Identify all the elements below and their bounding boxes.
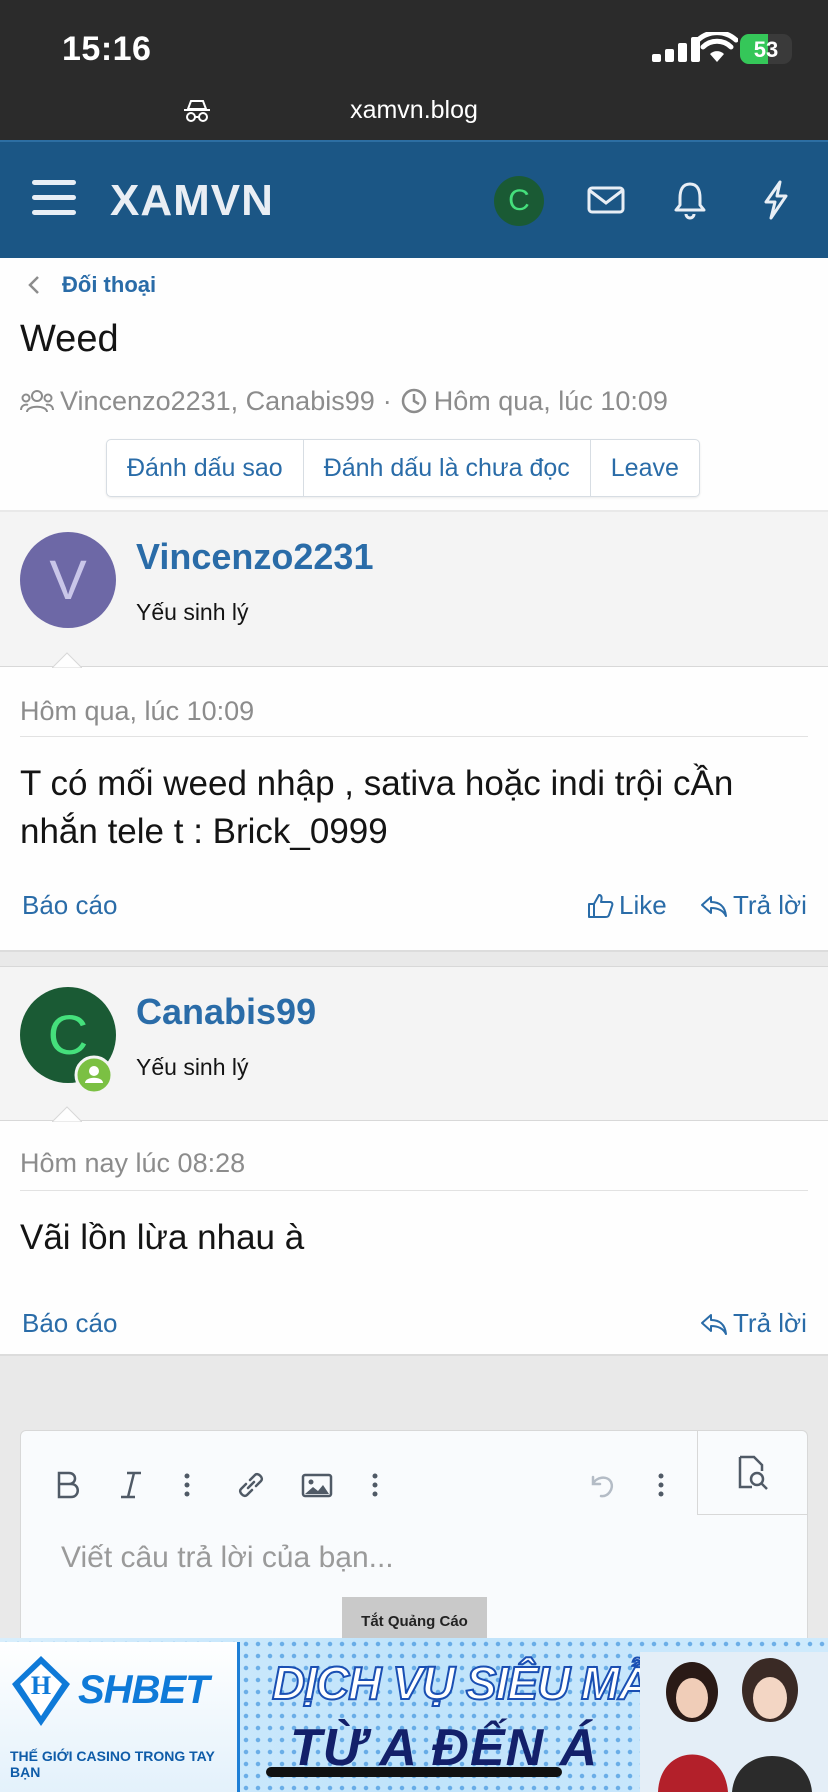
reply-button[interactable]: Trả lời [700,890,807,921]
chevron-left-icon [28,276,39,294]
ad-logo-panel: H SHBET THẾ GIỚI CASINO TRONG TAY BẠN [0,1642,240,1792]
lightning-icon[interactable] [754,178,798,222]
message-text: T có mối weed nhập , sativa hoặc indi tr… [20,764,734,851]
online-status-icon [74,1055,114,1095]
divider [0,950,828,966]
status-time: 15:16 [62,30,152,68]
preview-icon [738,1455,768,1490]
divider [20,1190,808,1191]
mark-unread-button[interactable]: Đánh dấu là chưa đọc [304,440,591,496]
page-title: Weed [20,318,119,360]
reply-label: Trả lời [733,1308,807,1338]
thumbs-up-icon [588,893,614,918]
user-avatar[interactable]: V [20,532,116,628]
message-header: C Canabis99 Yếu sinh lý [0,966,828,1121]
bold-icon[interactable] [49,1467,85,1503]
home-indicator [266,1767,562,1777]
username[interactable]: Canabis99 [136,991,316,1033]
url-text: xamvn.blog [350,96,478,124]
message-header: V Vincenzo2231 Yếu sinh lý [0,512,828,667]
clock-icon [401,388,426,414]
menu-icon[interactable] [32,180,76,216]
bell-icon[interactable] [668,178,712,222]
pointer-arrow [52,1106,82,1122]
message-time[interactable]: Hôm qua, lúc 10:09 [20,696,254,727]
breadcrumb-label: Đối thoại [62,272,157,297]
username[interactable]: Vincenzo2231 [136,536,373,578]
ad-tagline: THẾ GIỚI CASINO TRONG TAY BẠN [10,1748,215,1780]
report-link[interactable]: Báo cáo [22,890,117,921]
svg-text:H: H [31,1671,51,1700]
user-title: Yếu sinh lý [136,599,249,625]
conversation-actions: Đánh dấu sao Đánh dấu là chưa đọc Leave [106,439,700,497]
close-ad-button[interactable]: Tắt Quảng Cáo [342,1597,487,1641]
ad-headline: DỊCH VỤ SIÊU MẪU [271,1656,685,1710]
conversation-time: Hôm qua, lúc 10:09 [433,385,668,416]
message-body: Hôm nay lúc 08:28 Vãi lồn lừa nhau à Báo… [0,1122,828,1354]
report-label: Báo cáo [22,890,118,920]
reply-icon [701,895,727,917]
preview-toggle[interactable] [697,1431,807,1515]
ad-model-photo [640,1652,828,1792]
undo-icon[interactable] [583,1467,619,1503]
users-icon [20,390,54,413]
battery-icon: 53 [740,34,792,64]
message-body: Hôm qua, lúc 10:09 T có mối weed nhập , … [0,668,828,950]
site-logo[interactable]: XAMVN [110,176,274,226]
envelope-icon[interactable] [584,178,628,222]
reply-icon [701,1313,727,1335]
report-label: Báo cáo [22,1308,118,1338]
like-button[interactable]: Like [586,890,667,921]
more-options-icon[interactable] [357,1467,393,1503]
reply-button[interactable]: Trả lời [700,1308,807,1339]
account-avatar[interactable]: C [494,176,544,226]
user-title: Yếu sinh lý [136,1054,249,1080]
divider [20,736,808,737]
address-bar[interactable]: xamvn.blog [0,90,828,130]
italic-icon[interactable] [113,1467,149,1503]
like-label: Like [619,890,667,920]
shield-logo-icon: H [12,1656,70,1726]
ad-brand: SHBET [78,1668,210,1712]
link-icon[interactable] [233,1467,269,1503]
status-bar: 15:16 53 xamvn.blog [0,0,828,140]
participants[interactable]: Vincenzo2231, Canabis99 [60,386,375,417]
more-options-icon[interactable] [643,1467,679,1503]
conversation-meta: Vincenzo2231, Canabis99 · Hôm qua, lúc 1… [20,384,668,418]
wifi-icon [696,32,738,62]
message-text: Vãi lồn lừa nhau à [20,1218,305,1257]
message-time[interactable]: Hôm nay lúc 08:28 [20,1148,245,1179]
app-header: XAMVN C [0,140,828,258]
pointer-arrow [52,652,82,668]
meta-separator: · [382,385,392,416]
breadcrumb[interactable]: Đối thoại [22,270,156,300]
image-icon[interactable] [299,1467,335,1503]
reply-placeholder: Viết câu trả lời của bạn... [61,1541,394,1574]
reply-label: Trả lời [733,890,807,920]
battery-level: 53 [753,37,779,62]
report-link[interactable]: Báo cáo [22,1308,117,1339]
more-options-icon[interactable] [169,1467,205,1503]
star-button[interactable]: Đánh dấu sao [107,440,304,496]
leave-button[interactable]: Leave [591,440,699,496]
